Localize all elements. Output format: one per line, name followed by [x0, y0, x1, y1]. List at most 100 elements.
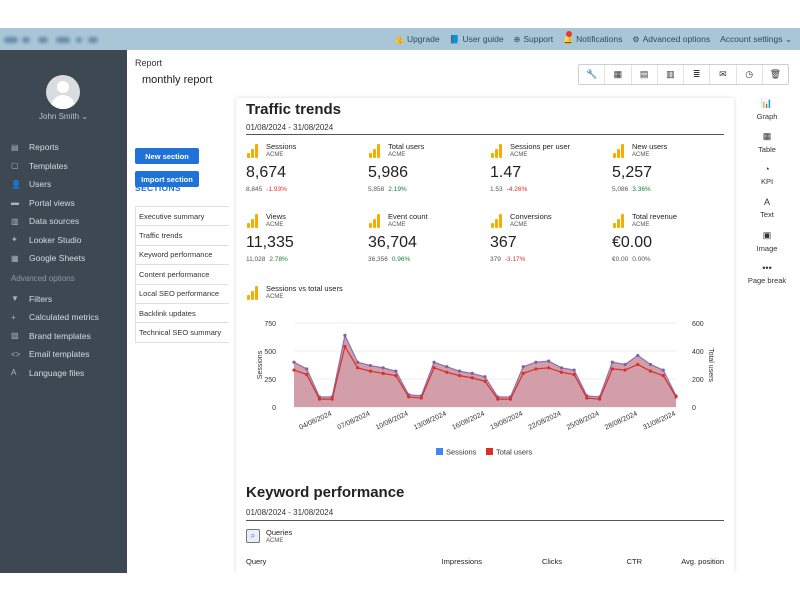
image-icon: ▣: [762, 230, 772, 240]
sessions-chart[interactable]: 0 250 500 750 0 200 400 600 Sessions Total users 0…: [246, 309, 724, 469]
database-button[interactable]: ≣: [684, 65, 711, 84]
kpi-source: ACME: [632, 222, 650, 228]
sidebar-item-brand-templates[interactable]: ▧ Brand templates: [0, 327, 127, 346]
sidebar-item-google-sheets[interactable]: ▦ Google Sheets: [0, 249, 127, 268]
kpi-card[interactable]: Total users ACME 5,986 5,858 2.19%: [368, 142, 486, 204]
sections-list: Executive summary Traffic trends Keyword p…: [135, 206, 229, 343]
sidebar-item-data-sources[interactable]: ▥ Data sources: [0, 212, 127, 231]
sidebar-item-portal-views[interactable]: ▬ Portal views: [0, 194, 127, 213]
kpi-card[interactable]: Sessions ACME 8,674 8,845 -1.93%: [246, 142, 364, 204]
section-title-keyword[interactable]: Keyword performance: [246, 484, 404, 501]
total-users-point: [330, 397, 334, 401]
kpi-card[interactable]: New users ACME 5,257 5,086 3.36%: [612, 142, 730, 204]
pdf-button[interactable]: ▤: [632, 65, 658, 84]
traffic-date-range: 01/08/2024 - 31/08/2024: [246, 123, 334, 132]
sessions-point: [343, 333, 347, 337]
total-users-point: [343, 344, 347, 349]
section-item[interactable]: Traffic trends: [135, 226, 229, 246]
topnav-item-5[interactable]: Account settings ⌄: [720, 34, 792, 45]
new-section-button[interactable]: New section: [135, 148, 199, 164]
kpi-comparison: €0.00 0.00%: [612, 256, 651, 263]
x-tick-label: 04/08/2024: [298, 410, 333, 431]
search-console-icon: ⌕: [246, 529, 260, 543]
widget-image[interactable]: ▣ Image: [742, 230, 792, 263]
sidebar-item-label: Data sources: [29, 216, 80, 227]
topnav-item-2[interactable]: ⊕ Support: [514, 34, 553, 44]
report-name[interactable]: monthly report: [142, 74, 212, 86]
topnav-item-1[interactable]: 📘 User guide: [450, 34, 504, 44]
topnav-item-0[interactable]: 👍 Upgrade: [394, 34, 440, 44]
sessions-point: [432, 360, 436, 364]
widget-table[interactable]: ▦ Table: [742, 131, 792, 164]
widget-page-break[interactable]: ••• Page break: [742, 263, 792, 296]
sessions-area: [294, 335, 676, 407]
kpi-card[interactable]: Sessions per user ACME 1.47 1.53 -4.26%: [490, 142, 608, 204]
kpi-comparison: 5,086 3.36%: [612, 186, 651, 193]
total-users-point: [534, 367, 538, 371]
column-header[interactable]: Impressions: [442, 557, 482, 566]
topnav-item-4[interactable]: ⚙ Advanced options: [632, 34, 710, 44]
section-item[interactable]: Backlink updates: [135, 303, 229, 324]
trash-button[interactable]: 🗑: [763, 65, 788, 84]
section-title-traffic[interactable]: Traffic trends: [246, 101, 341, 118]
sidebar-item-templates[interactable]: ▢ Templates: [0, 157, 127, 176]
section-item[interactable]: Executive summary: [135, 207, 229, 227]
section-item[interactable]: Local SEO performance: [135, 284, 229, 304]
excel-button[interactable]: ▥: [658, 65, 684, 84]
kpi-change: 3.36%: [632, 186, 651, 193]
sidebar-item-reports[interactable]: ▤ Reports: [0, 138, 127, 157]
topnav-item-3[interactable]: 🔔 Notifications: [563, 31, 622, 44]
column-header[interactable]: Clicks: [542, 557, 562, 566]
section-item[interactable]: Technical SEO summary: [135, 323, 229, 343]
total-users-point: [623, 368, 627, 372]
sidebar-item-users[interactable]: 👤 Users: [0, 175, 127, 194]
kpi-source: ACME: [510, 152, 528, 158]
avatar[interactable]: [46, 75, 80, 109]
kpi-value: 5,257: [612, 164, 653, 181]
portal-icon: ▬: [11, 198, 19, 208]
kpi-previous: 379: [490, 256, 501, 263]
wrench-button[interactable]: 🔧: [579, 65, 606, 84]
kpi-card[interactable]: Views ACME 11,335 11,028 2.78%: [246, 212, 364, 274]
queries-header: ⌕ Queries ACME: [246, 528, 446, 552]
column-header[interactable]: CTR: [627, 557, 642, 566]
kpi-card[interactable]: Conversions ACME 367 379 -3.17%: [490, 212, 608, 274]
sidebar-item-filters[interactable]: ▼ Filters: [0, 290, 127, 309]
kpi-value: 1.47: [490, 164, 522, 181]
top-bar: 👍 Upgrade 📘 User guide ⊕ Support 🔔 Notification…: [0, 28, 800, 50]
column-header[interactable]: Query: [246, 557, 266, 566]
clock-button[interactable]: ◷: [737, 65, 763, 84]
section-item[interactable]: Keyword performance: [135, 245, 229, 266]
sidebar: John Smith ⌄ ▤ Reports ▢ Templates 👤 Users ▬ Po…: [0, 50, 127, 573]
widget-label: Graph: [756, 112, 778, 121]
kpi-card[interactable]: Event count ACME 36,704 36,356 0.96%: [368, 212, 486, 274]
total-users-point: [356, 366, 360, 370]
kpi-label: Sessions per user: [510, 142, 571, 151]
email-icon: ✉: [719, 69, 727, 79]
sidebar-item-label: Google Sheets: [29, 253, 86, 264]
clock-icon: ◷: [745, 69, 754, 79]
widget-text[interactable]: A Text: [742, 197, 792, 230]
sessions-point: [356, 360, 360, 364]
sessions-point: [636, 353, 640, 358]
kpi-change: -3.17%: [504, 256, 526, 263]
sidebar-item-language-files[interactable]: A Language files: [0, 364, 127, 383]
total-users-point: [407, 395, 411, 399]
report-label: Report: [135, 58, 163, 68]
sidebar-item-calculated-metrics[interactable]: + Calculated metrics: [0, 308, 127, 327]
sidebar-item-looker-studio[interactable]: ✦ Looker Studio: [0, 231, 127, 250]
widget-graph[interactable]: 📊 Graph: [742, 98, 792, 131]
brand-logo[interactable]: [4, 33, 104, 47]
email-button[interactable]: ✉: [710, 65, 737, 84]
sidebar-item-label: Users: [29, 179, 52, 190]
widget-kpi[interactable]: ◔ KPI: [742, 164, 792, 197]
total-users-point: [572, 372, 576, 377]
kpi-card[interactable]: Total revenue ACME €0.00 €0.00 0.00%: [612, 212, 730, 274]
user-menu[interactable]: John Smith ⌄: [0, 112, 127, 121]
kpi-source: ACME: [510, 222, 528, 228]
sidebar-item-email-templates[interactable]: <> Email templates: [0, 345, 127, 364]
section-item[interactable]: Content performance: [135, 265, 229, 285]
calendar-button[interactable]: ▦: [605, 65, 632, 84]
column-header[interactable]: Avg. position: [681, 557, 724, 566]
kpi-value: 8,674: [246, 164, 287, 181]
